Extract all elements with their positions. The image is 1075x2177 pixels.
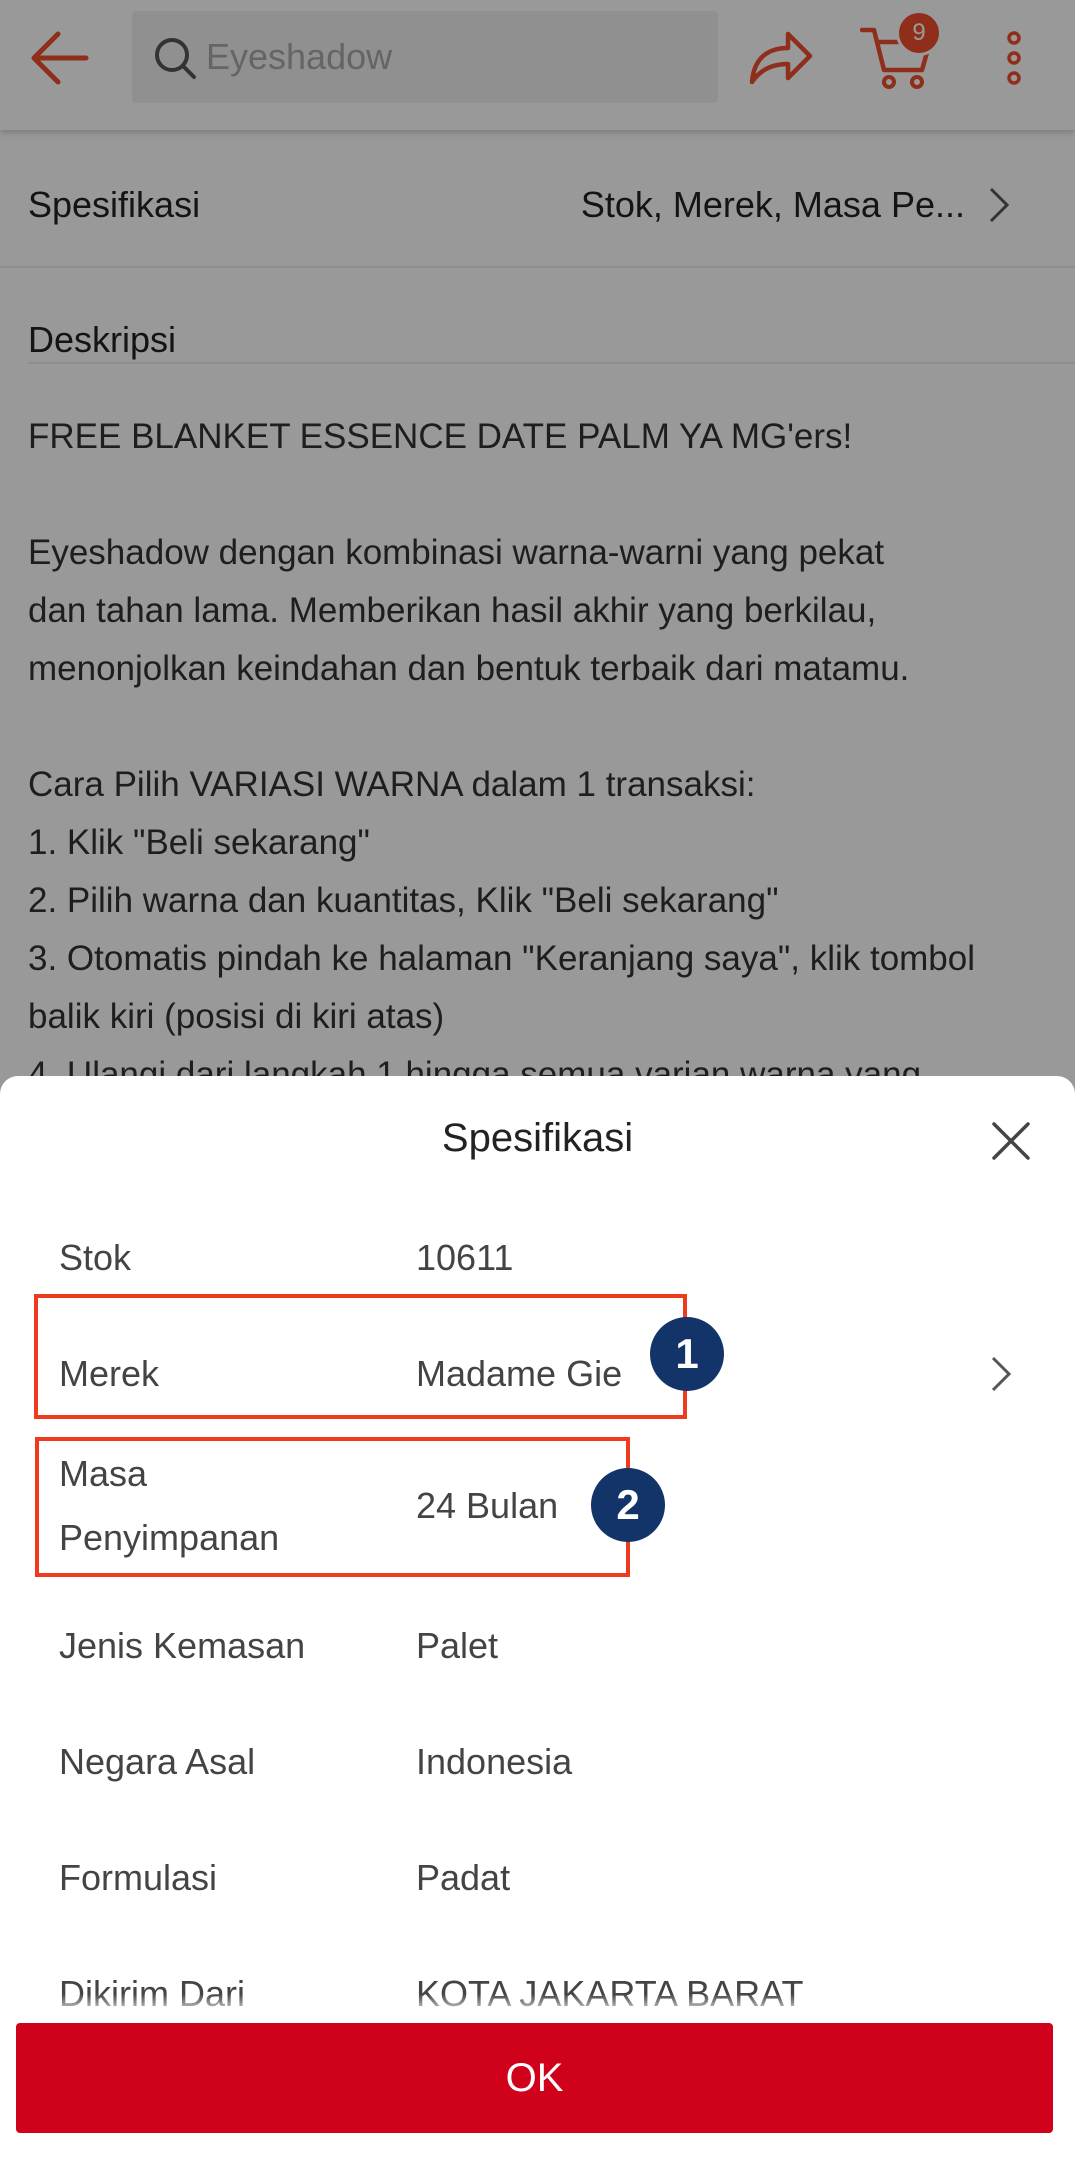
spec-value: 24 Bulan: [416, 1485, 559, 1526]
spec-item-negara-asal: Negara Asal Indonesia: [0, 1704, 1075, 1820]
sheet-title: Spesifikasi: [441, 1116, 634, 1160]
spec-key: Jenis Kemasan: [59, 1625, 306, 1666]
spec-value: 10611: [416, 1237, 514, 1278]
scroll-fade: [0, 1994, 1075, 2016]
spec-item-merek[interactable]: Merek Madame Gie: [0, 1316, 1075, 1432]
spec-item-stok: Stok 10611: [0, 1200, 1075, 1316]
spec-value: Madame Gie: [416, 1353, 623, 1394]
spec-value: Palet: [416, 1625, 499, 1666]
spec-key: Masa Penyimpanan: [59, 1453, 280, 1558]
spec-key: Stok: [59, 1237, 132, 1278]
ok-button[interactable]: OK: [16, 2023, 1053, 2133]
spec-value: Indonesia: [416, 1741, 573, 1782]
spec-item-masa-penyimpanan: Masa Penyimpanan 24 Bulan: [0, 1432, 1075, 1580]
close-button[interactable]: [990, 1120, 1032, 1162]
annotation-badge-2: 2: [591, 1468, 665, 1542]
close-icon: [992, 1122, 1030, 1160]
spec-item-formulasi: Formulasi Padat: [0, 1820, 1075, 1936]
annotation-badge-1: 1: [650, 1317, 724, 1391]
spec-key: Negara Asal: [59, 1741, 256, 1782]
chevron-right-icon: [991, 1356, 1012, 1392]
spec-key: Merek: [59, 1353, 160, 1394]
spec-item-jenis-kemasan: Jenis Kemasan Palet: [0, 1588, 1075, 1704]
spec-value: Padat: [416, 1857, 511, 1898]
spec-key: Formulasi: [59, 1857, 218, 1898]
